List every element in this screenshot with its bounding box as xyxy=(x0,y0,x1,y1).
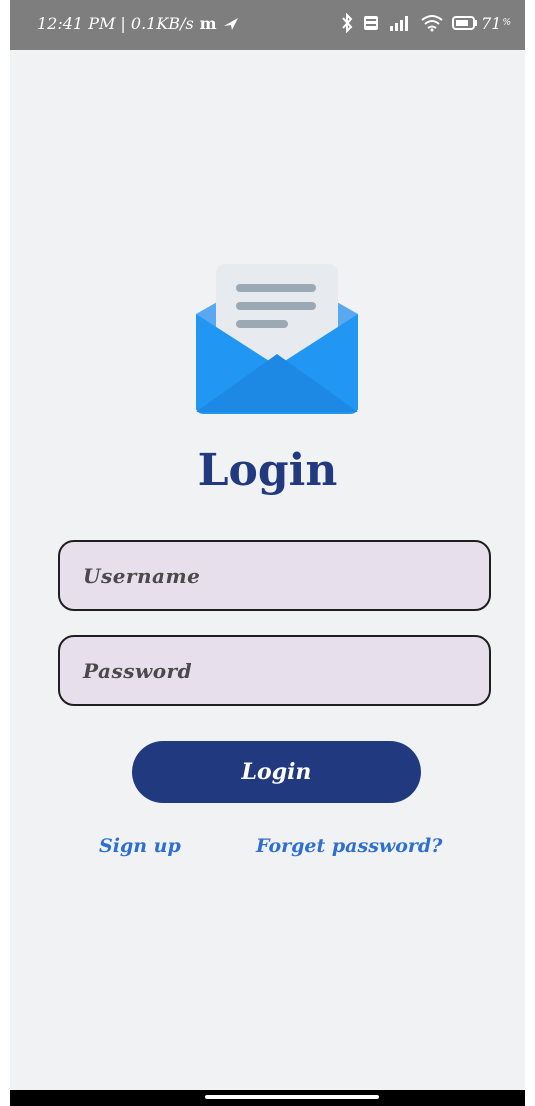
status-left: 12:41 PM | 0.1KB/s m xyxy=(37,14,239,33)
battery-level: 71 xyxy=(481,13,502,33)
password-placeholder: Password xyxy=(83,659,193,683)
volte-icon xyxy=(363,15,379,31)
username-placeholder: Username xyxy=(83,564,201,588)
battery-icon xyxy=(452,16,478,30)
battery-percent-sign: % xyxy=(502,18,511,28)
battery-indicator: 71 % xyxy=(452,14,511,33)
location-arrow-icon xyxy=(223,17,239,31)
forgot-password-link[interactable]: Forget password? xyxy=(256,835,442,857)
time-and-speed: 12:41 PM | 0.1KB/s xyxy=(37,14,194,33)
signup-link[interactable]: Sign up xyxy=(99,835,181,857)
page-title: Login xyxy=(197,445,338,496)
login-button[interactable]: Login xyxy=(132,741,421,803)
password-field[interactable]: Password xyxy=(58,635,491,706)
signal-icon xyxy=(388,14,412,32)
carrier-glyph: m xyxy=(199,14,217,33)
bluetooth-icon xyxy=(340,13,354,33)
status-bar: 12:41 PM | 0.1KB/s m 71 % xyxy=(10,0,525,50)
envelope-icon xyxy=(194,262,360,416)
home-indicator[interactable] xyxy=(205,1095,379,1099)
status-right: 71 % xyxy=(340,13,511,33)
navigation-bar xyxy=(10,1090,525,1106)
username-field[interactable]: Username xyxy=(58,540,491,611)
login-screen: 12:41 PM | 0.1KB/s m 71 % Login Username… xyxy=(10,0,525,1096)
wifi-icon xyxy=(421,14,443,32)
